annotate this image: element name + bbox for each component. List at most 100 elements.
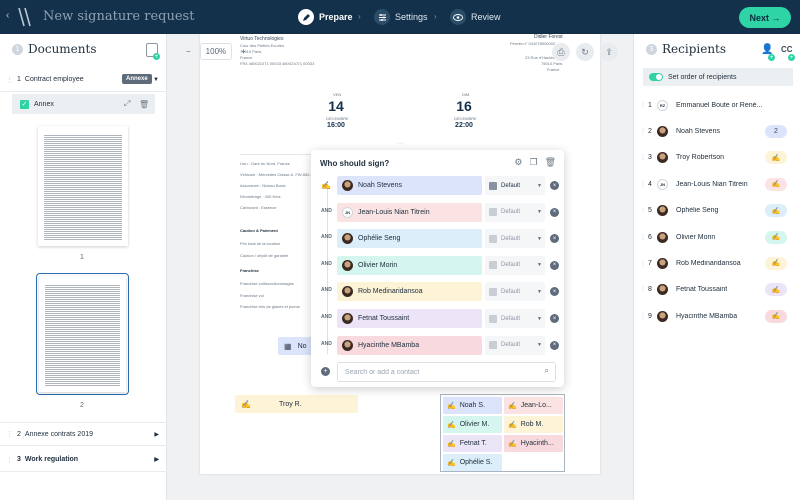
chevron-down-icon[interactable]: ▼: [153, 77, 159, 83]
signature-type-select[interactable]: Default ▼: [485, 176, 545, 195]
signature-field[interactable]: ✍ Olivier M.: [443, 416, 502, 433]
toggle-switch[interactable]: [649, 73, 663, 81]
step-prepare[interactable]: Prepare: [298, 8, 353, 26]
signature-icon[interactable]: ✍: [765, 309, 787, 323]
signer-name-box[interactable]: Hyacinthe MBamba: [337, 335, 482, 355]
remove-signer-button[interactable]: ×: [550, 260, 559, 270]
page-thumbnail-2[interactable]: [39, 276, 126, 392]
signer-name: Hyacinthe MBamba: [358, 341, 420, 349]
grip-icon[interactable]: ⋮: [640, 260, 648, 267]
next-button[interactable]: Next →: [739, 7, 791, 28]
remove-signer-button[interactable]: ×: [550, 181, 559, 190]
grip-icon[interactable]: ⋮: [640, 286, 648, 293]
grip-icon[interactable]: ⋮: [640, 181, 648, 188]
recipient-row[interactable]: ⋮ 7 Rob Medinaridansoa ✍: [634, 250, 800, 276]
page-thumbnail-1[interactable]: [38, 126, 128, 246]
signer-row[interactable]: AND Fetnat Toussaint Default ▼ ×: [317, 309, 559, 328]
copy-icon[interactable]: ❐: [529, 157, 537, 168]
document-item-1[interactable]: ⋮ 1 Contract employee Annexe ▼: [0, 68, 167, 92]
signature-icon[interactable]: ✍: [765, 177, 787, 191]
recipient-row[interactable]: ⋮ 5 Ophélie Seng ✍: [634, 198, 800, 224]
signer-row[interactable]: ✍ Noah Stevens Default ▼ ×: [317, 176, 559, 195]
signer-row[interactable]: AND Hyacinthe MBamba Default ▼ ×: [317, 335, 559, 355]
signer-name-box[interactable]: Noah Stevens: [337, 176, 482, 195]
signer-row[interactable]: AND Ophélie Seng Default ▼ ×: [317, 229, 559, 249]
zoom-level[interactable]: 100%: [199, 43, 233, 60]
step-review[interactable]: Review: [450, 8, 501, 26]
signature-type-select[interactable]: Default ▼: [485, 202, 545, 222]
page-number: 1: [80, 254, 84, 261]
trash-icon[interactable]: 🗑: [139, 100, 149, 109]
cc-button[interactable]: CC: [781, 45, 793, 54]
signature-icon[interactable]: ✍: [765, 230, 787, 244]
document-item-2[interactable]: ⋮ 2 Annexe contrats 2019 ▶: [0, 422, 167, 446]
search-contact-input[interactable]: [337, 362, 556, 382]
annex-item[interactable]: ✓ Annex ⤢ 🗑: [12, 94, 155, 114]
remove-signer-button[interactable]: ×: [550, 234, 559, 244]
recipient-row[interactable]: ⋮ 1 RZ Emmanuel Boute or René...: [634, 92, 800, 118]
connector-label: AND: [321, 340, 332, 347]
signature-icon[interactable]: ✍: [765, 204, 787, 218]
signature-fields-group[interactable]: ✍ Noah S. ✍ Jean-Lo... ✍ Olivier M. ✍ Rob M.…: [440, 394, 565, 472]
signature-type-select[interactable]: Default ▼: [485, 229, 545, 249]
chevron-right-icon[interactable]: ▶: [154, 456, 159, 463]
field-label: Noah S.: [459, 402, 486, 409]
grip-icon[interactable]: ⋮: [640, 102, 648, 109]
remove-signer-button[interactable]: ×: [550, 340, 559, 350]
signer-name-box[interactable]: Olivier Morin: [337, 255, 482, 275]
add-circle-icon[interactable]: +: [321, 367, 330, 376]
signature-icon[interactable]: ✍: [765, 151, 787, 165]
recipient-row[interactable]: ⋮ 9 Hyacinthe MBamba ✍: [634, 303, 800, 329]
signature-field[interactable]: ✍ Rob M.: [504, 416, 563, 433]
step-settings[interactable]: Settings: [374, 8, 428, 26]
signer-name-box[interactable]: JN Jean-Louis Nian Titrein: [337, 202, 482, 222]
remove-signer-button[interactable]: ×: [550, 287, 559, 297]
grip-icon[interactable]: ⋮: [640, 313, 648, 320]
expand-icon[interactable]: ⤢: [124, 99, 130, 109]
trash-icon[interactable]: 🗑: [545, 157, 556, 168]
remove-signer-button[interactable]: ×: [550, 314, 559, 323]
signature-icon: ✍: [447, 421, 456, 429]
order-toggle-row[interactable]: Set order of recipients: [643, 68, 793, 86]
signature-field[interactable]: ✍ Noah S.: [443, 397, 502, 414]
rotate-icon[interactable]: ↻: [576, 43, 594, 61]
signer-name-box[interactable]: Fetnat Toussaint: [337, 309, 482, 328]
zoom-in-button[interactable]: +: [241, 47, 246, 56]
signature-field[interactable]: ✍ Fetnat T.: [443, 435, 502, 452]
field-type-icon: [489, 181, 497, 190]
signer-name-box[interactable]: Ophélie Seng: [337, 229, 482, 249]
signature-icon[interactable]: ✍: [765, 283, 787, 297]
signature-field-troy[interactable]: ✍ Troy R.: [235, 395, 358, 413]
recipient-row[interactable]: ⋮ 4 JN Jean-Louis Nian Titrein ✍: [634, 171, 800, 197]
signer-row[interactable]: AND Olivier Morin Default ▼ ×: [317, 255, 559, 275]
signature-field[interactable]: ✍ Hyacinth...: [504, 435, 563, 452]
gear-icon[interactable]: ⚙: [514, 157, 522, 168]
recipient-row[interactable]: ⋮ 3 Troy Robertson ✍: [634, 145, 800, 171]
grip-icon[interactable]: ⋮: [640, 207, 648, 214]
grip-icon[interactable]: ⋮: [640, 234, 648, 241]
recipient-row[interactable]: ⋮ 8 Fetnat Toussaint ✍: [634, 277, 800, 303]
signature-field[interactable]: ✍ Jean-Lo...: [504, 397, 563, 414]
grip-icon[interactable]: ⋮: [640, 128, 648, 135]
signer-row[interactable]: AND JN Jean-Louis Nian Titrein Default ▼ ×: [317, 202, 559, 222]
back-arrow-icon[interactable]: ‹: [6, 10, 16, 24]
signature-type-select[interactable]: Default ▼: [485, 309, 545, 328]
recipient-row[interactable]: ⋮ 6 Olivier Morin ✍: [634, 224, 800, 250]
zoom-out-button[interactable]: −: [186, 47, 191, 56]
signer-name-box[interactable]: Rob Medinaridansoa: [337, 282, 482, 302]
chevron-right-icon[interactable]: ▶: [154, 431, 159, 438]
recipient-row[interactable]: ⋮ 2 Noah Stevens 2: [634, 118, 800, 144]
signature-icon[interactable]: ✍: [765, 256, 787, 270]
signature-field[interactable]: ✍ Ophélie S.: [443, 454, 502, 471]
signature-type-select[interactable]: Default ▼: [485, 255, 545, 275]
remove-signer-button[interactable]: ×: [550, 207, 559, 217]
signature-type-select[interactable]: Default ▼: [485, 282, 545, 302]
signature-type-select[interactable]: Default ▼: [485, 335, 545, 355]
print-icon[interactable]: ⎙: [552, 43, 570, 61]
document-item-3[interactable]: ⋮ 3 Work regulation ▶: [0, 448, 167, 472]
signer-row[interactable]: AND Rob Medinaridansoa Default ▼ ×: [317, 282, 559, 302]
checkbox-checked-icon[interactable]: ✓: [20, 99, 29, 109]
recipient-order-badge[interactable]: 2: [765, 124, 787, 138]
upload-icon[interactable]: ⇪: [600, 43, 618, 61]
grip-icon[interactable]: ⋮: [640, 154, 648, 161]
